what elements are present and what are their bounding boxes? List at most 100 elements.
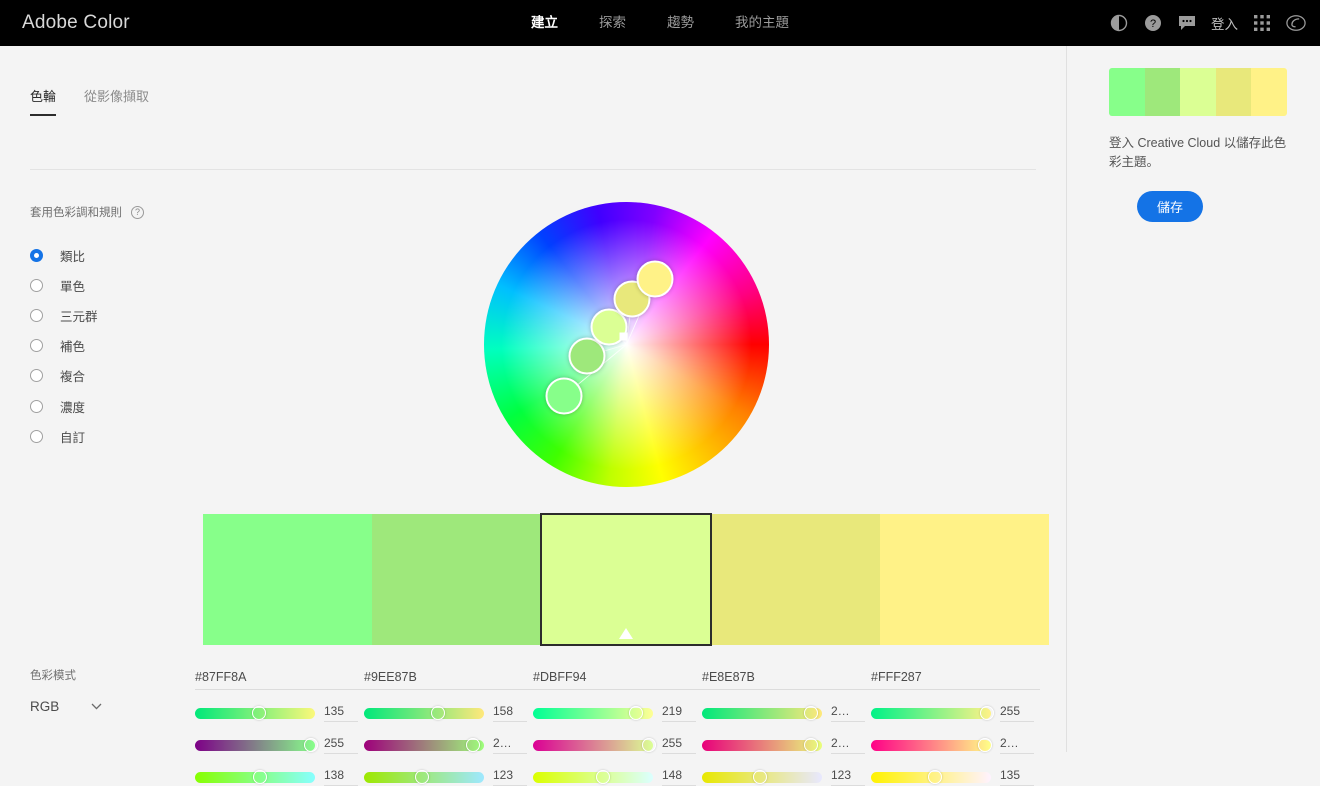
harmony-option-complementary[interactable]: 補色 <box>30 331 210 361</box>
harmony-option-shades[interactable]: 濃度 <box>30 391 210 421</box>
slider-thumb[interactable] <box>804 738 818 752</box>
channel-row-r-4: 2… <box>702 704 871 722</box>
harmony-option-triad[interactable]: 三元群 <box>30 300 210 330</box>
channel-value-b[interactable]: 138 <box>324 768 358 786</box>
slider-thumb[interactable] <box>252 706 266 720</box>
swatch-1[interactable] <box>203 514 372 645</box>
nav-item-explore[interactable]: 探索 <box>599 0 626 46</box>
channel-slider-r[interactable] <box>871 708 991 719</box>
channel-value-b[interactable]: 135 <box>1000 768 1034 786</box>
wheel-marker-5[interactable] <box>637 260 674 297</box>
tab-extract-from-image[interactable]: 從影像擷取 <box>84 86 149 116</box>
slider-thumb[interactable] <box>804 706 818 720</box>
harmony-option-label: 類比 <box>60 246 85 265</box>
save-button[interactable]: 儲存 <box>1137 191 1203 222</box>
help-icon[interactable]: ? <box>131 206 144 219</box>
color-mode-dropdown[interactable]: RGB <box>30 699 102 714</box>
channel-slider-b[interactable] <box>871 772 991 783</box>
help-icon[interactable]: ? <box>1143 13 1163 33</box>
slider-thumb[interactable] <box>642 738 656 752</box>
channel-row-r-5: 255 <box>871 704 1040 722</box>
harmony-option-analogous[interactable]: 類比 <box>30 240 210 270</box>
channel-row-b-1: 138 <box>195 768 364 786</box>
tab-color-wheel[interactable]: 色輪 <box>30 86 56 116</box>
swatch-2[interactable] <box>372 514 541 645</box>
slider-thumb[interactable] <box>253 770 267 784</box>
radio-icon[interactable] <box>30 339 43 352</box>
slider-thumb[interactable] <box>596 770 610 784</box>
radio-icon[interactable] <box>30 430 43 443</box>
harmony-option-custom[interactable]: 自訂 <box>30 421 210 451</box>
hex-input-1[interactable]: #87FF8A <box>195 670 364 690</box>
slider-thumb[interactable] <box>980 706 994 720</box>
wheel-marker-1[interactable] <box>545 377 582 414</box>
channel-value-r[interactable]: 135 <box>324 704 358 722</box>
channel-slider-b[interactable] <box>364 772 484 783</box>
channel-value-r[interactable]: 255 <box>1000 704 1034 722</box>
slider-thumb[interactable] <box>978 738 992 752</box>
tab-bar: 色輪 從影像擷取 <box>30 86 1066 116</box>
channel-slider-b[interactable] <box>533 772 653 783</box>
channel-value-g[interactable]: 255 <box>324 736 358 754</box>
channel-slider-r[interactable] <box>533 708 653 719</box>
channel-slider-r[interactable] <box>195 708 315 719</box>
color-wheel[interactable] <box>484 202 769 487</box>
preview-swatch-2 <box>1145 68 1181 116</box>
channel-slider-b[interactable] <box>195 772 315 783</box>
channel-value-b[interactable]: 148 <box>662 768 696 786</box>
hex-input-3[interactable]: #DBFF94 <box>533 670 702 690</box>
harmony-option-compound[interactable]: 複合 <box>30 361 210 391</box>
radio-icon[interactable] <box>30 249 43 262</box>
contrast-icon[interactable] <box>1109 13 1129 33</box>
channel-value-g[interactable]: 255 <box>662 736 696 754</box>
harmony-option-monochromatic[interactable]: 單色 <box>30 270 210 300</box>
radio-icon[interactable] <box>30 369 43 382</box>
swatch-4[interactable] <box>711 514 880 645</box>
channel-value-r[interactable]: 2… <box>831 704 865 722</box>
color-mode-label: 色彩模式 <box>30 667 102 683</box>
nav-item-create[interactable]: 建立 <box>531 0 558 46</box>
channel-row-g-5: 2… <box>871 736 1040 754</box>
slider-thumb[interactable] <box>431 706 445 720</box>
hex-input-4[interactable]: #E8E87B <box>702 670 871 690</box>
slider-thumb[interactable] <box>629 706 643 720</box>
channel-value-b[interactable]: 123 <box>831 768 865 786</box>
channel-slider-g[interactable] <box>195 740 315 751</box>
channel-slider-g[interactable] <box>364 740 484 751</box>
channel-slider-r[interactable] <box>702 708 822 719</box>
sign-in-button[interactable]: 登入 <box>1211 13 1238 33</box>
radio-icon[interactable] <box>30 309 43 322</box>
color-column-2: #9EE87B 158 2… 123 <box>364 670 533 786</box>
channel-slider-b[interactable] <box>702 772 822 783</box>
hex-input-5[interactable]: #FFF287 <box>871 670 1040 690</box>
channel-value-g[interactable]: 2… <box>831 736 865 754</box>
nav-item-trends[interactable]: 趨勢 <box>667 0 694 46</box>
slider-thumb[interactable] <box>928 770 942 784</box>
slider-thumb[interactable] <box>415 770 429 784</box>
slider-thumb[interactable] <box>753 770 767 784</box>
feedback-icon[interactable] <box>1177 13 1197 33</box>
channel-slider-r[interactable] <box>364 708 484 719</box>
channel-value-r[interactable]: 158 <box>493 704 527 722</box>
channel-value-b[interactable]: 123 <box>493 768 527 786</box>
slider-thumb[interactable] <box>466 738 480 752</box>
preview-swatch-3 <box>1180 68 1216 116</box>
creative-cloud-icon[interactable] <box>1286 13 1306 33</box>
top-bar-actions: ? 登入 <box>1109 13 1306 33</box>
channel-value-g[interactable]: 2… <box>493 736 527 754</box>
slider-thumb[interactable] <box>304 738 318 752</box>
channel-slider-g[interactable] <box>533 740 653 751</box>
nav-item-my-themes[interactable]: 我的主題 <box>735 0 789 46</box>
channel-value-g[interactable]: 2… <box>1000 736 1034 754</box>
swatch-3[interactable] <box>541 514 710 645</box>
radio-icon[interactable] <box>30 279 43 292</box>
app-brand-title[interactable]: Adobe Color <box>22 12 130 34</box>
channel-slider-g[interactable] <box>871 740 991 751</box>
hex-input-2[interactable]: #9EE87B <box>364 670 533 690</box>
swatch-5[interactable] <box>880 514 1049 645</box>
channel-value-r[interactable]: 219 <box>662 704 696 722</box>
channel-slider-g[interactable] <box>702 740 822 751</box>
radio-icon[interactable] <box>30 400 43 413</box>
app-grid-icon[interactable] <box>1252 13 1272 33</box>
channel-row-g-1: 255 <box>195 736 364 754</box>
